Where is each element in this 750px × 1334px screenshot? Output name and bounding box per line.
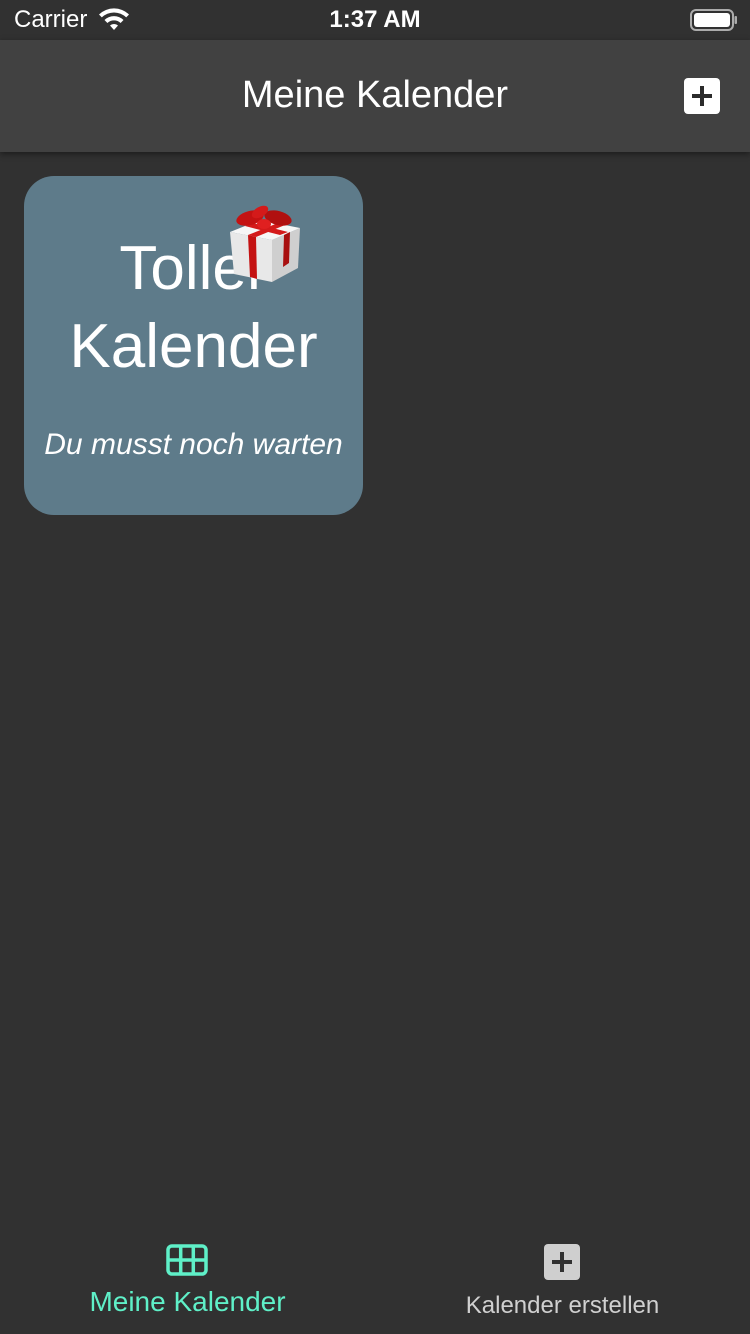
gift-icon xyxy=(230,205,300,282)
plus-icon xyxy=(692,86,712,106)
status-bar: Carrier 1:37 AM xyxy=(0,0,750,40)
plus-icon xyxy=(552,1252,572,1272)
tab-kalender-erstellen[interactable]: Kalender erstellen xyxy=(375,1232,750,1334)
tab-bar: Meine Kalender Kalender erstellen xyxy=(0,1232,750,1334)
battery-icon xyxy=(690,9,737,31)
status-time: 1:37 AM xyxy=(329,6,421,33)
calendar-title: Toller Kalender xyxy=(69,234,318,381)
grid-icon xyxy=(166,1244,208,1276)
add-calendar-button[interactable] xyxy=(684,78,720,114)
plus-box-icon xyxy=(544,1244,580,1280)
tab-meine-kalender[interactable]: Meine Kalender xyxy=(0,1232,375,1334)
tab-label-meine-kalender: Meine Kalender xyxy=(89,1286,286,1317)
calendar-card[interactable]: Toller Kalender Du musst noch warten xyxy=(24,176,363,515)
page-title: Meine Kalender xyxy=(241,74,509,116)
tab-label-kalender-erstellen: Kalender erstellen xyxy=(465,1292,660,1319)
nav-bar: Meine Kalender xyxy=(0,40,750,152)
calendar-subtitle: Du musst noch warten xyxy=(44,428,343,461)
